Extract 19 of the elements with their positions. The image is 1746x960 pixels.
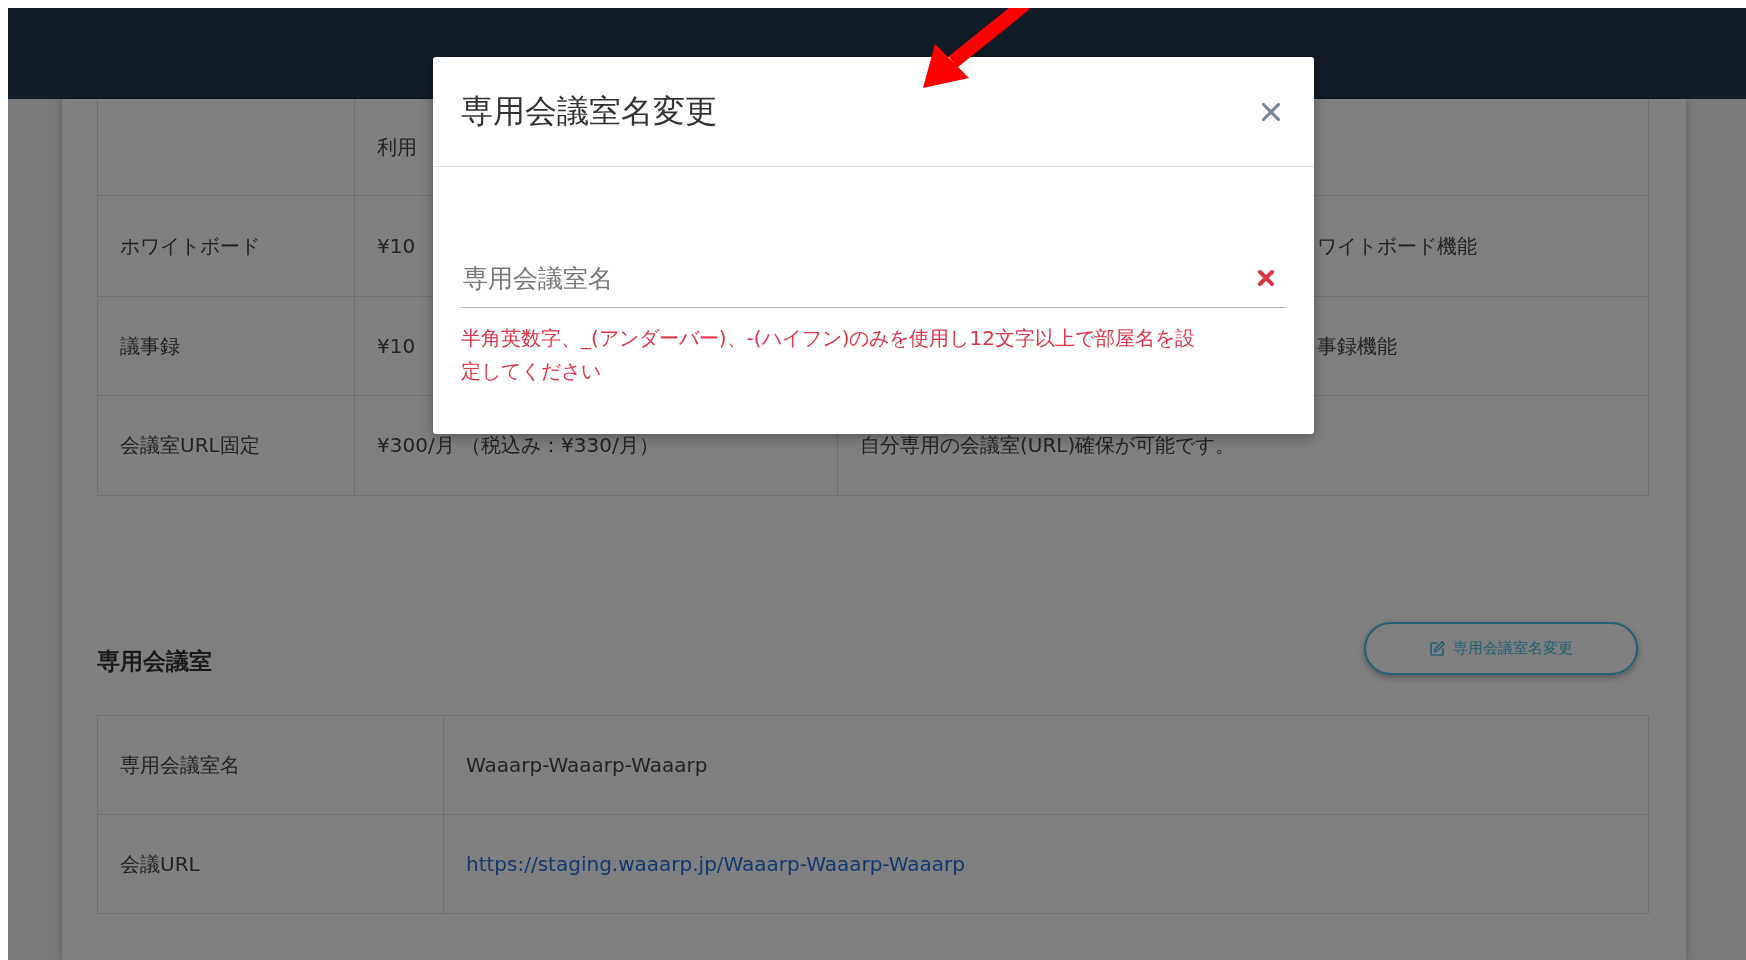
table-cell: ホワイトボード	[120, 232, 260, 260]
table-cell: 事録機能	[1317, 332, 1397, 360]
table-cell: ¥10	[377, 334, 416, 358]
table-header-cell: 利用	[377, 133, 417, 161]
table-cell: ワイトボード機能	[1317, 232, 1477, 260]
error-message: 半角英数字、_(アンダーバー)、-(ハイフン)のみを使用し12文字以上で部屋名を設定してください	[461, 325, 1196, 385]
section-title: 専用会議室	[97, 647, 212, 676]
table-cell: ¥300/月 （税込み：¥330/月）	[377, 432, 659, 459]
dialog-title: 専用会議室名変更	[461, 90, 717, 132]
table-cell: 会議室URL固定	[120, 432, 260, 459]
room-url-link[interactable]: https://staging.waaarp.jp/Waaarp-Waaarp-Waaarp	[466, 852, 965, 876]
table-cell: ¥10	[377, 234, 416, 258]
table-cell: 会議URL	[120, 850, 200, 878]
table-cell: Waaarp-Waaarp-Waaarp	[466, 753, 708, 777]
edit-icon	[1429, 640, 1445, 657]
table-cell: 議事録	[120, 332, 180, 360]
table-cell: 専用会議室名	[120, 751, 240, 779]
table-cell: 自分専用の会議室(URL)確保が可能です。	[860, 432, 1236, 459]
rename-room-button[interactable]: 専用会議室名変更	[1364, 622, 1638, 675]
